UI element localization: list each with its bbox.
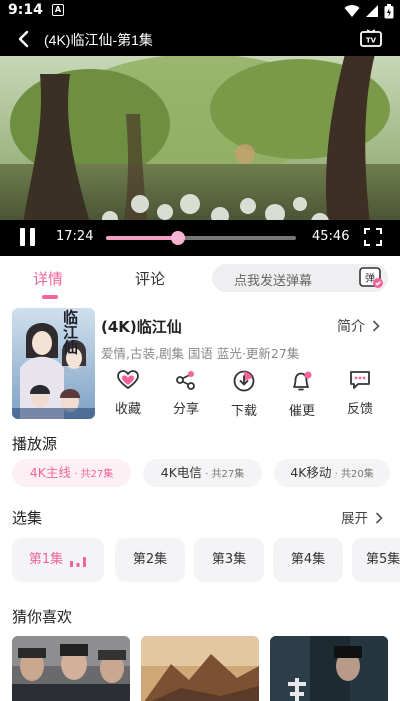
source-count: · 共27集 xyxy=(70,469,114,480)
heart-icon xyxy=(117,370,139,390)
show-meta: 爱情,古装,剧集 国语 蓝光·更新27集 xyxy=(101,346,300,361)
share-button[interactable]: 分享 xyxy=(158,368,214,417)
intro-link[interactable]: 简介 xyxy=(337,316,381,336)
download-label: 下载 xyxy=(230,404,257,419)
danmu-placeholder: 点我发送弹幕 xyxy=(234,274,313,289)
recommend-card-1[interactable] xyxy=(12,636,130,701)
system-icons xyxy=(344,3,394,19)
episode-5[interactable]: 第5集 xyxy=(352,538,400,582)
detail-tabs: 详情 评论 点我发送弹幕 弹 xyxy=(0,256,400,300)
expand-label: 展开 xyxy=(341,511,368,527)
update-reminder-label: 催更 xyxy=(288,404,315,419)
show-title: (4K)临江仙 xyxy=(101,318,182,336)
episode-3[interactable]: 第3集 xyxy=(194,538,264,582)
source-name: 4K移动 xyxy=(290,465,332,480)
progress-knob[interactable] xyxy=(171,231,186,245)
duration: 45:46 xyxy=(312,229,350,244)
recommend-title: 猜你喜欢 xyxy=(12,608,73,626)
tv-cast-icon[interactable]: TV xyxy=(360,29,382,49)
feedback-label: 反馈 xyxy=(346,402,373,417)
video-player[interactable]: (4K)临江仙-第1集 TV 17:24 45:46 xyxy=(0,22,400,256)
action-bar: 收藏 分享 下载 催更 反馈 xyxy=(100,368,390,420)
expand-episodes-link[interactable]: 展开 xyxy=(341,507,383,527)
current-time: 17:24 xyxy=(56,229,94,244)
player-top-bar: (4K)临江仙-第1集 TV xyxy=(0,22,400,56)
episodes-title: 选集 xyxy=(12,509,43,527)
feedback-button[interactable]: 反馈 xyxy=(332,368,388,417)
fullscreen-icon[interactable] xyxy=(364,228,382,246)
tab-underline xyxy=(42,295,58,299)
source-chip-1[interactable]: 4K主线 · 共27集 xyxy=(12,459,131,487)
notification-a-icon: A xyxy=(52,4,64,16)
source-count: · 共27集 xyxy=(201,469,245,480)
download-icon xyxy=(233,370,255,392)
episode-label: 第3集 xyxy=(211,552,247,567)
tab-comment[interactable]: 评论 xyxy=(135,268,165,289)
battery-icon xyxy=(384,3,394,18)
chevron-right-icon xyxy=(373,320,381,332)
episode-4[interactable]: 第4集 xyxy=(273,538,343,582)
recommend-card-3[interactable] xyxy=(270,636,388,701)
progress-fill xyxy=(106,236,179,240)
intro-label: 简介 xyxy=(337,319,365,335)
episode-2[interactable]: 第2集 xyxy=(115,538,185,582)
svg-text:TV: TV xyxy=(366,37,377,45)
playing-bars-icon xyxy=(70,556,87,567)
poster-title: 临江仙 xyxy=(61,309,79,356)
chevron-right-icon xyxy=(376,512,383,524)
episode-label: 第5集 xyxy=(366,552,400,567)
tab-detail[interactable]: 详情 xyxy=(33,268,63,289)
sources-title: 播放源 xyxy=(12,435,58,453)
signal-icon xyxy=(366,5,378,17)
share-label: 分享 xyxy=(172,402,199,417)
back-arrow-icon[interactable] xyxy=(14,29,34,49)
danmu-input[interactable]: 点我发送弹幕 弹 xyxy=(212,264,388,292)
share-icon xyxy=(176,371,195,390)
player-controls: 17:24 45:46 xyxy=(0,220,400,256)
source-chip-3[interactable]: 4K移动 · 共20集 xyxy=(274,459,390,487)
episode-label: 第2集 xyxy=(132,552,168,567)
source-count: · 共20集 xyxy=(331,469,374,480)
progress-slider[interactable] xyxy=(106,231,296,245)
feedback-icon xyxy=(350,371,370,389)
show-poster[interactable]: 临江仙 xyxy=(12,308,95,419)
episode-1[interactable]: 第1集 xyxy=(12,538,104,582)
status-bar: 9:14 A xyxy=(0,0,400,22)
player-title: (4K)临江仙-第1集 xyxy=(44,32,153,48)
episode-label: 第1集 xyxy=(28,552,64,567)
favorite-label: 收藏 xyxy=(114,402,141,417)
source-name: 4K主线 xyxy=(29,465,71,480)
update-reminder-button[interactable]: 催更 xyxy=(274,368,330,419)
status-time: 9:14 xyxy=(8,2,43,18)
video-frame xyxy=(0,54,400,242)
source-chip-2[interactable]: 4K电信 · 共27集 xyxy=(143,459,262,487)
recommend-card-2[interactable] xyxy=(141,636,259,701)
pause-icon[interactable] xyxy=(20,228,36,246)
favorite-button[interactable]: 收藏 xyxy=(100,368,156,417)
wifi-icon xyxy=(344,5,360,18)
bell-icon xyxy=(293,371,312,391)
download-button[interactable]: 下载 xyxy=(216,368,272,419)
source-name: 4K电信 xyxy=(160,465,202,480)
danmu-toggle-icon[interactable]: 弹 xyxy=(358,265,384,289)
episode-label: 第4集 xyxy=(290,552,326,567)
